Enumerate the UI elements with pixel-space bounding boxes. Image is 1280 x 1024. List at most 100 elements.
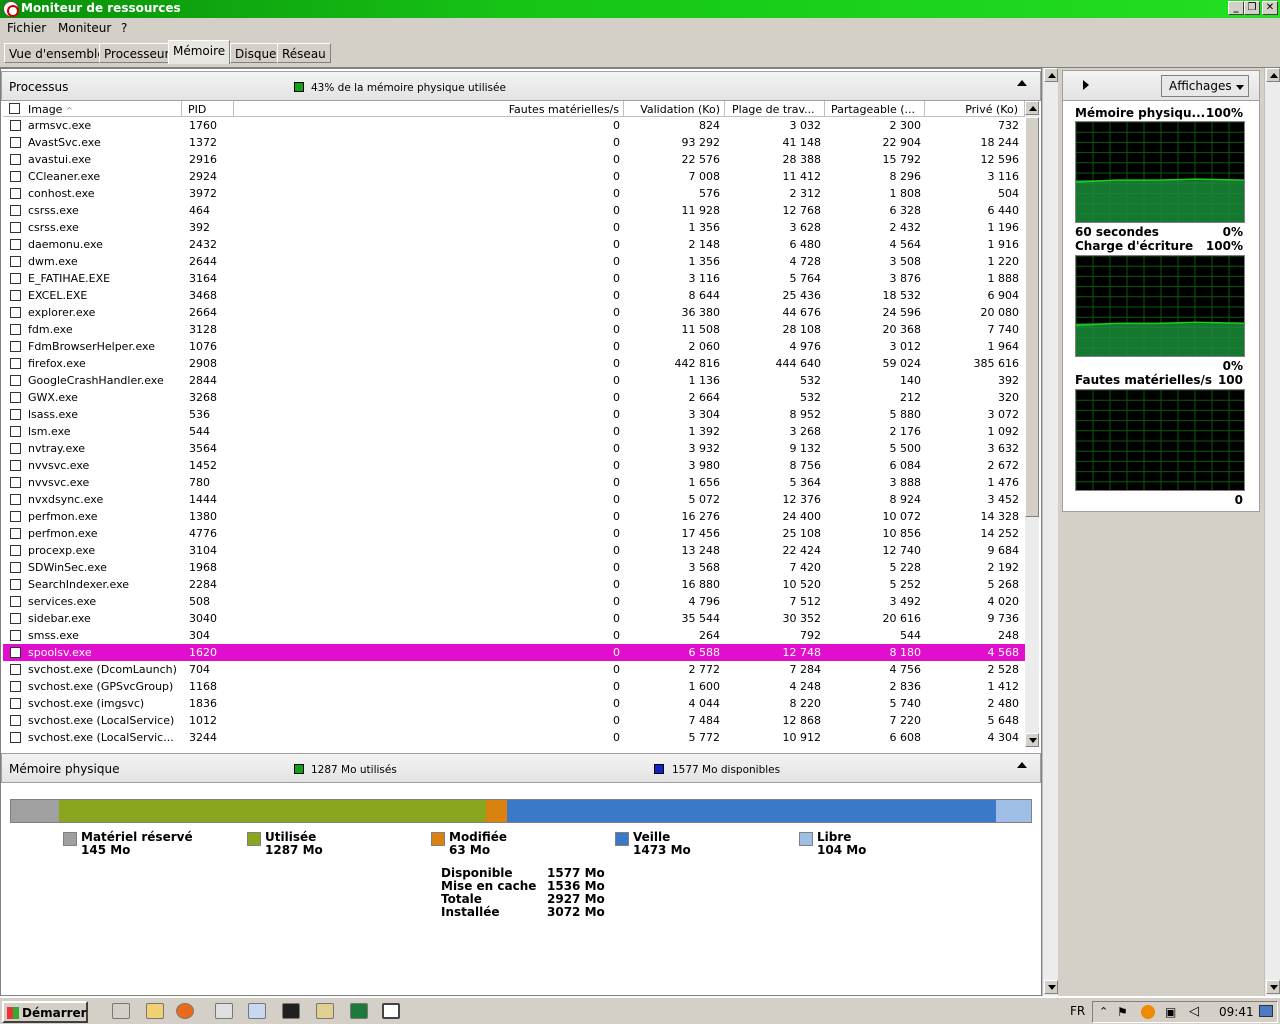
- process-table-scrollbar[interactable]: [1025, 101, 1039, 747]
- scroll-thumb[interactable]: [1025, 117, 1039, 517]
- table-row[interactable]: perfmon.exe 1380 0 16 276 24 400 10 072 14 328: [3, 508, 1025, 525]
- process-checkbox[interactable]: [10, 324, 21, 335]
- table-row[interactable]: avastui.exe 2916 0 22 576 28 388 15 792 12 596: [3, 151, 1025, 168]
- process-checkbox[interactable]: [10, 545, 21, 556]
- table-row[interactable]: svchost.exe (LocalServic... 3244 0 5 772 10 …: [3, 729, 1025, 746]
- table-row[interactable]: CCleaner.exe 2924 0 7 008 11 412 8 296 3 116: [3, 168, 1025, 185]
- process-checkbox[interactable]: [10, 341, 21, 352]
- process-checkbox[interactable]: [10, 460, 21, 471]
- flag-icon[interactable]: ⚑: [1117, 1005, 1128, 1019]
- collapse-processes-icon[interactable]: [1017, 80, 1027, 86]
- document-icon[interactable]: [215, 1003, 233, 1019]
- table-row[interactable]: E_FATIHAE.EXE 3164 0 3 116 5 764 3 876 1 888: [3, 270, 1025, 287]
- scroll-up-button[interactable]: [1025, 101, 1039, 115]
- process-checkbox[interactable]: [10, 630, 21, 641]
- tab-network[interactable]: Réseau: [277, 43, 331, 63]
- process-checkbox[interactable]: [10, 392, 21, 403]
- process-checkbox[interactable]: [10, 273, 21, 284]
- process-checkbox[interactable]: [10, 715, 21, 726]
- main-scrollbar[interactable]: [1042, 68, 1058, 996]
- process-checkbox[interactable]: [10, 477, 21, 488]
- show-hidden-icons-icon[interactable]: ⌃: [1099, 1005, 1108, 1018]
- main-scroll-down-button[interactable]: [1044, 980, 1058, 994]
- table-row[interactable]: procexp.exe 3104 0 13 248 22 424 12 740 9 684: [3, 542, 1025, 559]
- restore-button[interactable]: ❐: [1244, 1, 1260, 15]
- physical-memory-section-header[interactable]: Mémoire physique 1287 Mo utilisés 1577 M…: [1, 753, 1041, 783]
- process-checkbox[interactable]: [10, 562, 21, 573]
- column-private[interactable]: Privé (Ko): [925, 101, 1025, 117]
- menu-moniteur[interactable]: Moniteur: [58, 21, 111, 35]
- table-row[interactable]: EXCEL.EXE 3468 0 8 644 25 436 18 532 6 904: [3, 287, 1025, 304]
- process-checkbox[interactable]: [10, 375, 21, 386]
- clock[interactable]: 09:41: [1219, 1005, 1254, 1019]
- table-row[interactable]: armsvc.exe 1760 0 824 3 032 2 300 732: [3, 117, 1025, 134]
- main-scroll-up-button[interactable]: [1044, 68, 1058, 82]
- language-indicator[interactable]: FR: [1070, 1004, 1085, 1018]
- expand-panel-icon[interactable]: [1083, 80, 1089, 90]
- right-scroll-down-button[interactable]: [1266, 980, 1280, 994]
- process-checkbox[interactable]: [10, 409, 21, 420]
- table-row[interactable]: SearchIndexer.exe 2284 0 16 880 10 520 5 252 5…: [3, 576, 1025, 593]
- process-checkbox[interactable]: [10, 426, 21, 437]
- notepad-icon[interactable]: [248, 1003, 266, 1019]
- table-row[interactable]: smss.exe 304 0 264 792 544 248: [3, 627, 1025, 644]
- table-row[interactable]: SDWinSec.exe 1968 0 3 568 7 420 5 228 2 192: [3, 559, 1025, 576]
- process-checkbox[interactable]: [10, 290, 21, 301]
- table-row[interactable]: svchost.exe (GPSvcGroup) 1168 0 1 600 4 248 2…: [3, 678, 1025, 695]
- process-checkbox[interactable]: [10, 511, 21, 522]
- minimize-button[interactable]: _: [1228, 1, 1244, 15]
- column-image[interactable]: Image ^: [24, 101, 182, 117]
- close-button[interactable]: ✕: [1262, 1, 1278, 15]
- table-row[interactable]: daemonu.exe 2432 0 2 148 6 480 4 564 1 916: [3, 236, 1025, 253]
- firefox-icon[interactable]: [176, 1003, 194, 1019]
- table-row[interactable]: nvvsvc.exe 780 0 1 656 5 364 3 888 1 476: [3, 474, 1025, 491]
- process-checkbox[interactable]: [10, 579, 21, 590]
- start-button[interactable]: Démarrer: [2, 1001, 88, 1023]
- tab-cpu[interactable]: Processeur: [99, 43, 175, 63]
- table-row[interactable]: lsm.exe 544 0 1 392 3 268 2 176 1 092: [3, 423, 1025, 440]
- process-checkbox[interactable]: [10, 596, 21, 607]
- column-working-set[interactable]: Plage de trav...: [725, 101, 825, 117]
- process-checkbox[interactable]: [10, 613, 21, 624]
- volume-icon[interactable]: ◁: [1189, 1004, 1199, 1019]
- column-pid[interactable]: PID: [182, 101, 234, 117]
- table-row[interactable]: dwm.exe 2644 0 1 356 4 728 3 508 1 220: [3, 253, 1025, 270]
- process-checkbox[interactable]: [10, 443, 21, 454]
- tab-memory[interactable]: Mémoire: [168, 40, 231, 64]
- process-checkbox[interactable]: [10, 222, 21, 233]
- table-row[interactable]: perfmon.exe 4776 0 17 456 25 108 10 856 14 252: [3, 525, 1025, 542]
- views-dropdown[interactable]: Affichages: [1161, 75, 1249, 97]
- process-checkbox[interactable]: [10, 188, 21, 199]
- table-row[interactable]: nvtray.exe 3564 0 3 932 9 132 5 500 3 632: [3, 440, 1025, 457]
- table-row[interactable]: explorer.exe 2664 0 36 380 44 676 24 596 20 08…: [3, 304, 1025, 321]
- process-checkbox[interactable]: [10, 664, 21, 675]
- process-checkbox[interactable]: [10, 205, 21, 216]
- show-desktop-icon[interactable]: [1259, 1005, 1273, 1017]
- excel-icon[interactable]: [350, 1003, 368, 1019]
- table-row[interactable]: svchost.exe (LocalService) 1012 0 7 484 12 8…: [3, 712, 1025, 729]
- table-row[interactable]: nvvsvc.exe 1452 0 3 980 8 756 6 084 2 672: [3, 457, 1025, 474]
- process-checkbox[interactable]: [10, 732, 21, 743]
- process-checkbox[interactable]: [10, 307, 21, 318]
- column-hard-faults[interactable]: Fautes matérielles/s: [234, 101, 624, 117]
- table-row[interactable]: conhost.exe 3972 0 576 2 312 1 808 504: [3, 185, 1025, 202]
- table-row[interactable]: GoogleCrashHandler.exe 2844 0 1 136 532 140 39…: [3, 372, 1025, 389]
- process-checkbox[interactable]: [10, 120, 21, 131]
- network-icon[interactable]: ▣: [1165, 1005, 1176, 1019]
- table-row[interactable]: svchost.exe (imgsvc) 1836 0 4 044 8 220 5 740…: [3, 695, 1025, 712]
- process-checkbox[interactable]: [10, 154, 21, 165]
- table-row[interactable]: lsass.exe 536 0 3 304 8 952 5 880 3 072: [3, 406, 1025, 423]
- table-row[interactable]: svchost.exe (DcomLaunch) 704 0 2 772 7 284 4 …: [3, 661, 1025, 678]
- column-commit[interactable]: Validation (Ko): [624, 101, 725, 117]
- table-row[interactable]: csrss.exe 392 0 1 356 3 628 2 432 1 196: [3, 219, 1025, 236]
- menu-fichier[interactable]: Fichier: [7, 21, 46, 35]
- process-checkbox[interactable]: [10, 528, 21, 539]
- table-row[interactable]: firefox.exe 2908 0 442 816 444 640 59 024 385 …: [3, 355, 1025, 372]
- table-row[interactable]: nvxdsync.exe 1444 0 5 072 12 376 8 924 3 452: [3, 491, 1025, 508]
- process-checkbox[interactable]: [10, 239, 21, 250]
- process-checkbox[interactable]: [10, 137, 21, 148]
- process-checkbox[interactable]: [10, 698, 21, 709]
- avast-icon[interactable]: [1141, 1005, 1155, 1019]
- right-scroll-up-button[interactable]: [1266, 68, 1280, 82]
- process-checkbox[interactable]: [10, 171, 21, 182]
